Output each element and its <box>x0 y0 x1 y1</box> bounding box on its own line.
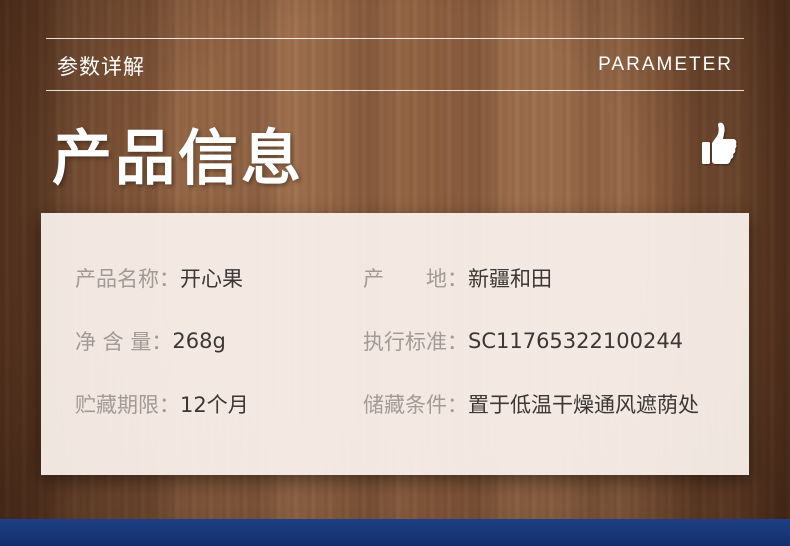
param-value: 置于低温干燥通风遮荫处 <box>468 393 699 417</box>
param-label: 净 含 量 <box>75 330 152 354</box>
param-colon: ： <box>447 330 468 354</box>
param-colon: ： <box>447 267 468 291</box>
param-origin: 产 地：新疆和田 <box>363 263 552 293</box>
param-label: 产 地 <box>363 267 447 291</box>
param-shelf-life: 贮藏期限： 12个月 <box>75 389 249 419</box>
param-value: 268g <box>172 329 226 353</box>
param-label: 执行标准 <box>363 330 447 354</box>
param-label: 贮藏期限 <box>75 393 159 417</box>
param-net-weight: 净 含 量： 268g <box>75 326 226 356</box>
section-subtitle-en: PARAMETER <box>598 54 733 75</box>
param-colon: ： <box>159 393 180 417</box>
param-value: 开心果 <box>180 267 243 291</box>
param-product-name: 产品名称：开心果 <box>75 263 243 293</box>
header-top-divider <box>46 38 744 39</box>
param-label: 储藏条件 <box>363 393 447 417</box>
param-storage: 储藏条件：置于低温干燥通风遮荫处 <box>363 389 699 419</box>
param-value: 新疆和田 <box>468 267 552 291</box>
param-colon: ： <box>159 267 180 291</box>
page-title: 产品信息 <box>52 124 304 194</box>
param-colon: ： <box>151 330 173 354</box>
param-colon: ： <box>447 393 468 417</box>
param-value: 12个月 <box>180 393 249 417</box>
footer-band <box>0 519 790 546</box>
param-standard: 执行标准： SC11765322100244 <box>363 326 683 356</box>
section-subtitle-cn: 参数详解 <box>57 55 145 79</box>
header-bottom-divider <box>46 90 744 91</box>
param-value: SC11765322100244 <box>468 329 684 353</box>
thumbs-up-icon <box>702 122 737 164</box>
param-label: 产品名称 <box>75 267 159 291</box>
